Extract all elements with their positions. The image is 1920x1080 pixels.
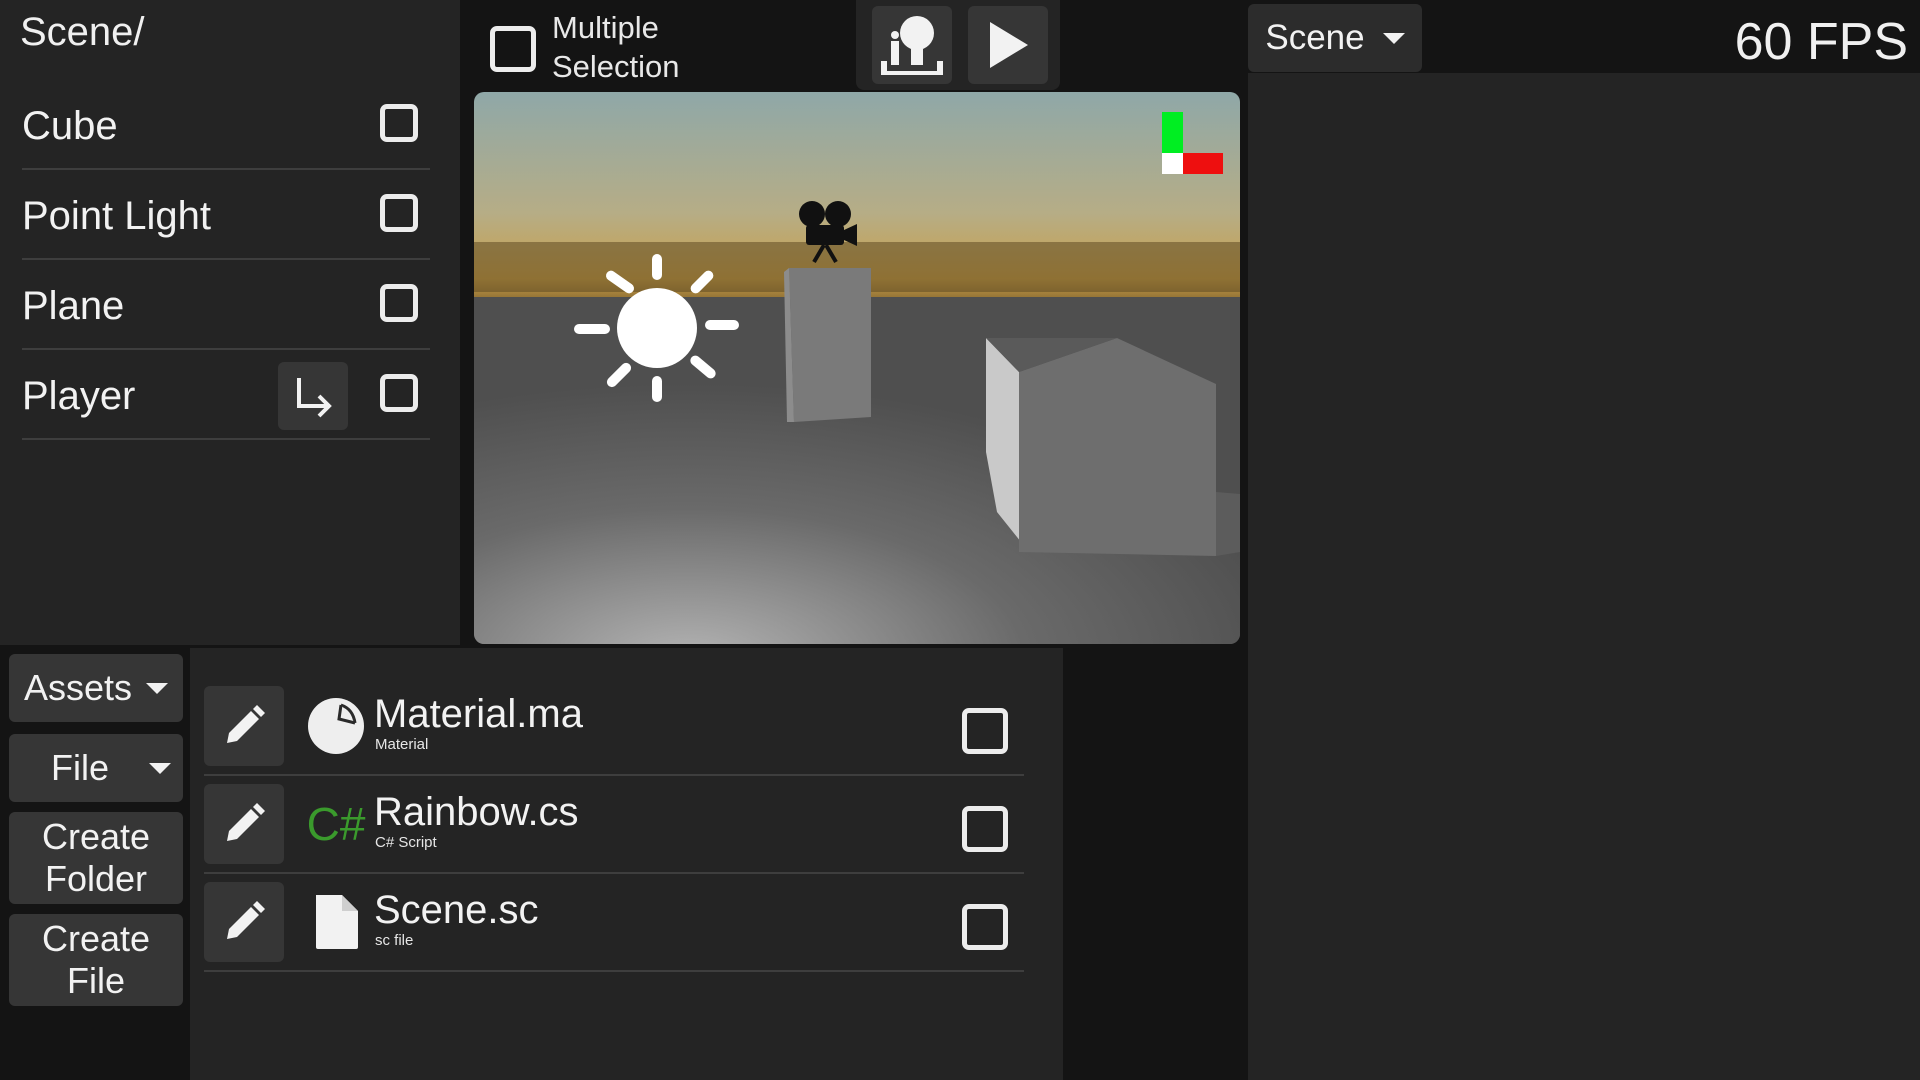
scene-render	[474, 92, 1240, 644]
camera-view-button[interactable]	[872, 6, 952, 84]
asset-name: Material.ma	[374, 692, 583, 736]
hierarchy-item-checkbox[interactable]	[380, 104, 418, 142]
asset-list: Material.ma Material C# Rainbow.cs C# Sc…	[190, 648, 1063, 1080]
asset-checkbox[interactable]	[962, 806, 1008, 852]
asset-type: sc file	[375, 932, 414, 949]
play-button[interactable]	[968, 6, 1048, 84]
hierarchy-item-label: Player	[22, 374, 136, 418]
camera-view-icon	[881, 16, 943, 75]
asset-checkbox[interactable]	[962, 904, 1008, 950]
create-folder-button[interactable]: Create Folder	[9, 812, 183, 904]
hierarchy-item-checkbox[interactable]	[380, 194, 418, 232]
rename-button[interactable]	[204, 882, 284, 962]
pencil-icon	[227, 705, 265, 743]
material-sphere-icon	[304, 694, 368, 758]
asset-checkbox[interactable]	[962, 708, 1008, 754]
scene-dropdown[interactable]: Scene	[1248, 4, 1422, 72]
asset-item-material[interactable]: Material.ma Material	[204, 678, 1024, 776]
asset-type: C# Script	[375, 834, 437, 851]
hierarchy-item-checkbox[interactable]	[380, 284, 418, 322]
scene-viewport[interactable]	[474, 92, 1240, 644]
asset-name: Scene.sc	[374, 888, 539, 932]
asset-item-rainbow[interactable]: C# Rainbow.cs C# Script	[204, 776, 1024, 874]
reparent-button[interactable]	[278, 362, 348, 430]
pencil-icon	[227, 803, 265, 841]
file-dropdown-label: File	[50, 747, 109, 788]
scene-dropdown-label: Scene	[1265, 18, 1365, 57]
chevron-down-icon	[146, 682, 169, 694]
assets-dropdown-label: Assets	[23, 667, 133, 708]
fps-counter: 60 FPS	[1734, 13, 1908, 71]
asset-item-scene[interactable]: Scene.sc sc file	[204, 874, 1024, 972]
rename-button[interactable]	[204, 784, 284, 864]
multiple-selection-label: Multiple Selection	[552, 10, 680, 84]
assets-dropdown[interactable]: Assets	[9, 654, 183, 722]
file-icon	[304, 890, 368, 954]
create-file-button[interactable]: Create File	[9, 914, 183, 1006]
pencil-icon	[227, 901, 265, 939]
hierarchy-breadcrumb[interactable]: Scene/	[20, 10, 145, 55]
asset-name: Rainbow.cs	[374, 790, 579, 834]
arrow-turn-down-right-icon	[297, 378, 332, 418]
multiple-selection-checkbox[interactable]	[490, 26, 536, 72]
hierarchy-panel: Scene/ Cube Point Light Plane Player	[0, 0, 460, 645]
csharp-icon: C#	[306, 798, 366, 850]
hierarchy-item-checkbox[interactable]	[380, 374, 418, 412]
hierarchy-item-point-light[interactable]: Point Light	[22, 170, 430, 260]
chevron-down-icon	[149, 762, 171, 774]
play-icon	[990, 22, 1028, 68]
hierarchy-item-label: Plane	[22, 284, 125, 328]
asset-type: Material	[375, 736, 429, 753]
chevron-down-icon	[1382, 32, 1405, 44]
hierarchy-item-player[interactable]: Player	[22, 350, 430, 440]
file-dropdown[interactable]: File	[9, 734, 183, 802]
hierarchy-item-label: Cube	[22, 104, 118, 148]
hierarchy-item-cube[interactable]: Cube	[22, 80, 430, 170]
rename-button[interactable]	[204, 686, 284, 766]
hierarchy-item-label: Point Light	[22, 194, 212, 238]
pillar-object	[789, 268, 871, 422]
hierarchy-item-plane[interactable]: Plane	[22, 260, 430, 350]
inspector-panel	[1248, 73, 1920, 1080]
